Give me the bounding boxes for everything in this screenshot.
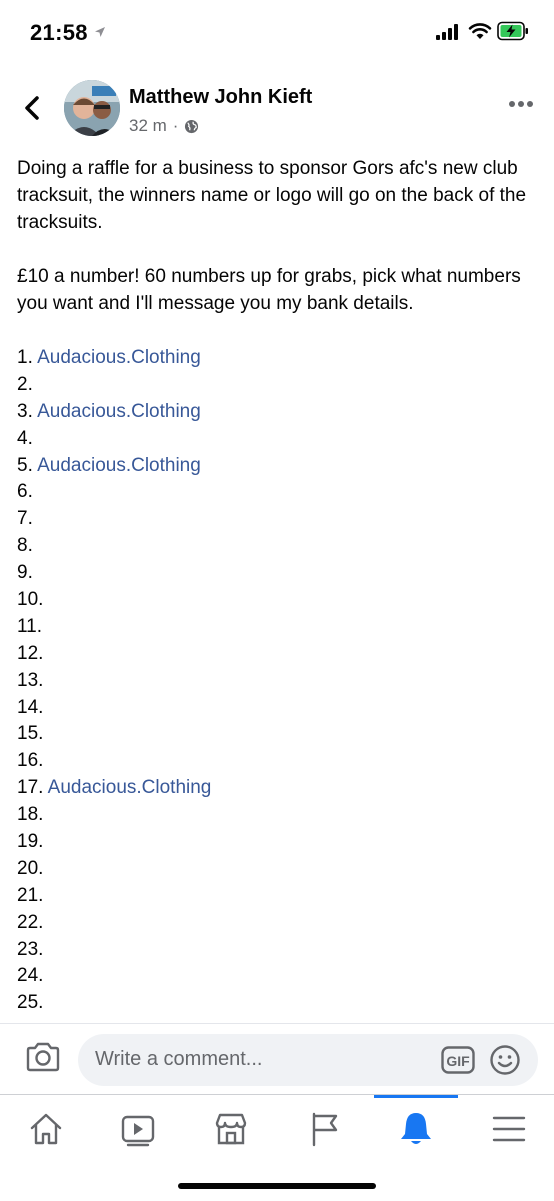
status-time: 21:58 bbox=[30, 20, 88, 45]
author-name[interactable]: Matthew John Kieft bbox=[129, 86, 312, 109]
comment-placeholder: Write a comment... bbox=[95, 1048, 263, 1070]
raffle-number: 24. bbox=[17, 965, 44, 987]
raffle-entry: 14. bbox=[17, 694, 541, 721]
meta-separator: · bbox=[172, 116, 179, 135]
video-icon[interactable] bbox=[118, 1109, 158, 1149]
raffle-entry: 15. bbox=[17, 720, 541, 747]
gif-icon[interactable]: GIF bbox=[441, 1046, 475, 1074]
pages-flag-icon[interactable] bbox=[304, 1109, 344, 1149]
home-indicator bbox=[178, 1183, 376, 1189]
raffle-entry: 16. bbox=[17, 747, 541, 774]
emoji-icon[interactable] bbox=[489, 1044, 521, 1076]
raffle-entry: 25. bbox=[17, 989, 541, 1016]
raffle-entry-name-link[interactable]: Audacious.Clothing bbox=[37, 455, 201, 476]
raffle-number: 3. bbox=[17, 400, 33, 422]
raffle-entry: 12. bbox=[17, 640, 541, 667]
raffle-entry: 2. bbox=[17, 371, 541, 398]
avatar-photo bbox=[64, 80, 120, 136]
raffle-entry: 1. Audacious.Clothing bbox=[17, 344, 541, 371]
comment-bar: Write a comment... GIF bbox=[0, 1024, 554, 1096]
raffle-entry: 20. bbox=[17, 855, 541, 882]
raffle-entry: 18. bbox=[17, 801, 541, 828]
raffle-number: 10. bbox=[17, 589, 44, 611]
raffle-entry: 3. Audacious.Clothing bbox=[17, 398, 541, 425]
signal-icon bbox=[436, 24, 458, 40]
raffle-entry-name-link[interactable]: Audacious.Clothing bbox=[37, 401, 201, 422]
raffle-number: 20. bbox=[17, 857, 44, 879]
raffle-entry: 8. bbox=[17, 532, 541, 559]
comment-input[interactable]: Write a comment... GIF bbox=[78, 1034, 538, 1086]
raffle-entry: 11. bbox=[17, 613, 541, 640]
raffle-entry: 9. bbox=[17, 559, 541, 586]
raffle-entry-name-link[interactable]: Audacious.Clothing bbox=[37, 347, 201, 368]
raffle-entry: 22. bbox=[17, 909, 541, 936]
raffle-number: 21. bbox=[17, 884, 44, 906]
raffle-entry: 23. bbox=[17, 936, 541, 963]
raffle-number: 17. bbox=[17, 777, 44, 799]
post-body: Doing a raffle for a business to sponsor… bbox=[17, 155, 541, 1016]
raffle-number: 19. bbox=[17, 831, 44, 853]
raffle-number: 25. bbox=[17, 992, 44, 1014]
camera-icon[interactable] bbox=[25, 1042, 61, 1072]
more-options-icon[interactable] bbox=[508, 100, 534, 108]
raffle-entry-name-link[interactable]: Audacious.Clothing bbox=[48, 777, 212, 798]
raffle-entry: 19. bbox=[17, 828, 541, 855]
raffle-list: 1. Audacious.Clothing 2. 3. Audacious.Clot… bbox=[17, 344, 541, 1016]
post-paragraph: Doing a raffle for a business to sponsor… bbox=[17, 158, 527, 233]
battery-charging-icon bbox=[497, 21, 528, 41]
post-header: Matthew John Kieft 32 m · bbox=[0, 70, 554, 150]
raffle-number: 9. bbox=[17, 562, 33, 584]
raffle-number: 18. bbox=[17, 804, 44, 826]
raffle-number: 11. bbox=[17, 615, 43, 637]
status-bar: 21:58 bbox=[0, 0, 554, 66]
avatar[interactable] bbox=[64, 80, 120, 136]
raffle-number: 14. bbox=[17, 696, 44, 718]
raffle-number: 2. bbox=[17, 373, 33, 395]
raffle-number: 15. bbox=[17, 723, 44, 745]
home-icon[interactable] bbox=[26, 1109, 66, 1149]
raffle-entry: 24. bbox=[17, 962, 541, 989]
raffle-entry: 4. bbox=[17, 425, 541, 452]
raffle-number: 13. bbox=[17, 669, 44, 691]
active-tab-indicator bbox=[374, 1095, 458, 1098]
post-time[interactable]: 32 m bbox=[129, 116, 167, 136]
raffle-number: 7. bbox=[17, 508, 33, 530]
raffle-number: 1. bbox=[17, 347, 33, 368]
wifi-icon bbox=[468, 23, 492, 39]
raffle-number: 16. bbox=[17, 750, 44, 772]
globe-icon bbox=[185, 119, 199, 133]
gif-label: GIF bbox=[446, 1053, 470, 1069]
raffle-entry: 21. bbox=[17, 882, 541, 909]
raffle-number: 22. bbox=[17, 911, 44, 933]
raffle-entry: 5. Audacious.Clothing bbox=[17, 452, 541, 479]
raffle-entry: 17. Audacious.Clothing bbox=[17, 774, 541, 801]
raffle-entry: 7. bbox=[17, 505, 541, 532]
post-meta: 32 m · bbox=[129, 116, 199, 136]
raffle-number: 5. bbox=[17, 454, 33, 476]
raffle-number: 6. bbox=[17, 481, 33, 503]
raffle-entry: 6. bbox=[17, 478, 541, 505]
raffle-number: 4. bbox=[17, 427, 33, 449]
raffle-number: 12. bbox=[17, 642, 44, 664]
post-paragraph: £10 a number! 60 numbers up for grabs, p… bbox=[17, 266, 521, 314]
raffle-number: 8. bbox=[17, 535, 33, 557]
marketplace-icon[interactable] bbox=[211, 1109, 251, 1149]
menu-icon[interactable] bbox=[489, 1109, 529, 1149]
back-arrow-icon[interactable] bbox=[18, 92, 48, 124]
raffle-number: 23. bbox=[17, 938, 44, 960]
location-arrow-icon bbox=[95, 27, 105, 37]
notifications-bell-icon[interactable] bbox=[396, 1109, 436, 1149]
raffle-entry: 10. bbox=[17, 586, 541, 613]
raffle-entry: 13. bbox=[17, 667, 541, 694]
